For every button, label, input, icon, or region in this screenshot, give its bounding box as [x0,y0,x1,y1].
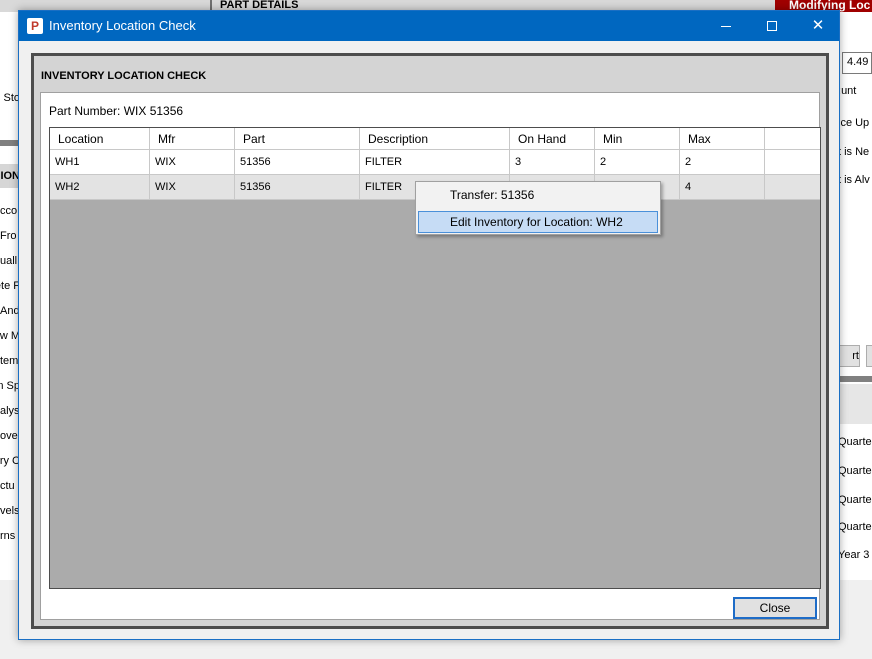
cell-location[interactable]: WH1 [50,150,150,174]
right-panel-divider [838,376,872,382]
grid-header: Location Mfr Part Description On Hand Mi… [50,128,820,150]
cell-max[interactable]: 4 [680,175,765,199]
app-icon: P [27,18,43,34]
column-header-on-hand[interactable]: On Hand [510,128,595,149]
cell-max[interactable]: 2 [680,150,765,174]
cell-mfr[interactable]: WIX [150,175,235,199]
dialog-frame: INVENTORY LOCATION CHECK Part Number: WI… [31,53,829,629]
maximize-button[interactable] [749,11,795,41]
left-panel-item[interactable]: rns [0,530,20,542]
inner-panel: Part Number: WIX 51356 Location Mfr Part… [40,92,821,620]
cell-location[interactable]: WH2 [50,175,150,199]
context-menu: Transfer: 51356 Edit Inventory for Locat… [415,181,661,235]
column-header-max[interactable]: Max [680,128,765,149]
column-header-location[interactable]: Location [50,128,150,149]
right-panel-label: Quarte [838,465,872,477]
part-number-label: Part Number: WIX 51356 [49,104,184,118]
cell-min[interactable]: 2 [595,150,680,174]
right-panel-label: ice Up [838,117,870,129]
left-panel-item[interactable]: uall [0,255,20,267]
right-panel-label: Year 3 [838,549,870,561]
cell-extra[interactable] [765,175,820,199]
left-panel-item[interactable]: ctu [0,480,20,492]
close-button[interactable]: Close [733,597,817,619]
right-panel-header [838,384,872,424]
right-panel-label: Quarte [838,521,872,533]
minimize-icon [721,25,731,27]
left-panel-item[interactable]: vels [0,505,20,517]
left-panel-item[interactable]: tem [0,355,20,367]
column-header-description[interactable]: Description [360,128,510,149]
right-value-field[interactable]: 4.49 [842,52,872,74]
left-panel-fragment: o Sto [0,92,20,104]
section-title: INVENTORY LOCATION CHECK [41,70,207,82]
column-header-extra [765,128,820,149]
cell-on-hand[interactable]: 3 [510,150,595,174]
right-panel-label: Quarte [838,494,872,506]
title-bar[interactable]: P Inventory Location Check ✕ [19,11,839,41]
inventory-location-check-window: P Inventory Location Check ✕ INVENTORY L… [18,10,840,640]
menu-item-edit-inventory[interactable]: Edit Inventory for Location: WH2 [418,211,658,233]
window-title: Inventory Location Check [49,18,196,33]
left-panel-item[interactable]: Fro [0,230,20,242]
column-header-min[interactable]: Min [595,128,680,149]
left-panel-item[interactable]: w M [0,330,20,342]
left-panel-item[interactable]: ete F [0,280,20,292]
left-panel-item[interactable]: ry C [0,455,20,467]
cell-description[interactable]: FILTER [360,150,510,174]
left-panel-item[interactable]: n Sp [0,380,20,392]
left-panel-item[interactable]: cco [0,205,20,217]
maximize-icon [767,21,777,32]
cell-extra[interactable] [765,150,820,174]
cell-mfr[interactable]: WIX [150,150,235,174]
left-panel-item[interactable]: And [0,305,20,317]
close-icon: ✕ [811,17,825,34]
right-panel-label: t is Ne [838,146,870,158]
left-panel-item[interactable]: alys [0,405,20,417]
window-close-button[interactable]: ✕ [795,11,841,41]
cell-part[interactable]: 51356 [235,175,360,199]
right-panel-label: Quarte [838,436,872,448]
minimize-button[interactable] [703,11,749,41]
right-panel-label: unt: [838,85,857,97]
right-panel-label: t is Alv [838,174,870,186]
right-panel-button-2[interactable] [866,345,872,367]
left-panel-header: ION [0,164,20,188]
menu-item-transfer[interactable]: Transfer: 51356 [418,184,658,206]
column-header-part[interactable]: Part [235,128,360,149]
left-panel-item[interactable]: ove [0,430,20,442]
table-row[interactable]: WH1 WIX 51356 FILTER 3 2 2 [50,150,820,175]
cell-part[interactable]: 51356 [235,150,360,174]
column-header-mfr[interactable]: Mfr [150,128,235,149]
